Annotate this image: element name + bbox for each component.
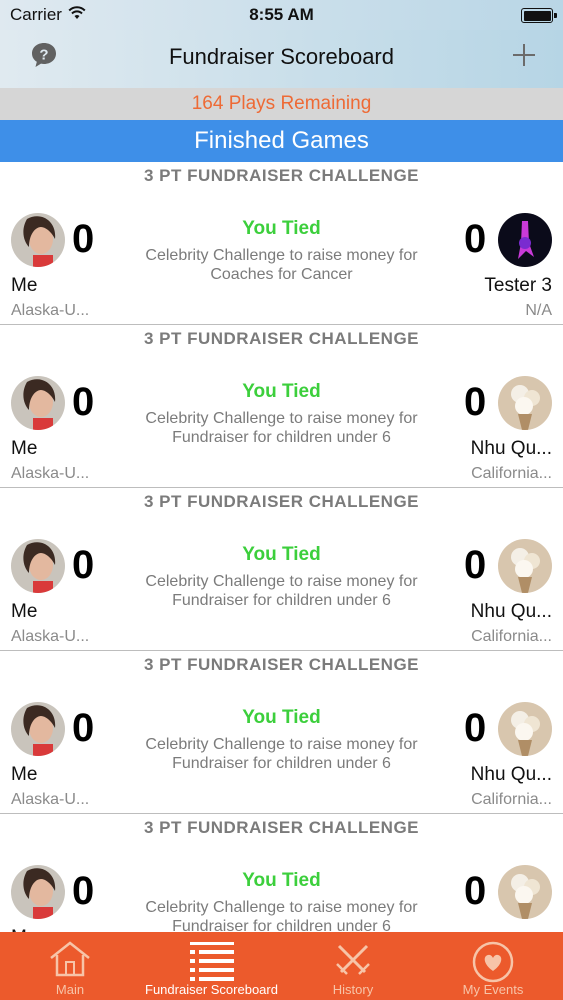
game-result: You Tied — [242, 218, 321, 239]
section-header: Finished Games — [0, 120, 563, 162]
opponent-location: California... — [471, 791, 552, 808]
my-score: 0 — [72, 706, 95, 750]
my-name: Me — [11, 601, 38, 622]
navigation-bar: ? Fundraiser Scoreboard — [0, 30, 563, 88]
opponent-location: California... — [471, 465, 552, 482]
plus-icon[interactable] — [511, 42, 537, 68]
tab-label: History — [332, 982, 374, 997]
page-title: Fundraiser Scoreboard — [168, 44, 394, 69]
status-bar: Carrier 8:55 AM — [0, 0, 563, 30]
my-avatar — [11, 865, 65, 919]
tab-history[interactable]: History — [283, 932, 423, 1000]
my-avatar — [11, 702, 65, 756]
game-title: 3 PT FUNDRAISER CHALLENGE — [143, 329, 420, 348]
game-description: Celebrity Challenge to raise money for F… — [145, 573, 418, 609]
opponent-name: Nhu Qu... — [470, 438, 552, 459]
game-description: Celebrity Challenge to raise money for F… — [145, 736, 418, 772]
plays-remaining-banner: 164 Plays Remaining — [0, 88, 563, 120]
my-avatar — [11, 213, 65, 267]
tab-my-events[interactable]: My Events — [423, 932, 563, 1000]
my-location: Alaska-U... — [11, 628, 90, 645]
list-icon — [190, 942, 234, 981]
game-title: 3 PT FUNDRAISER CHALLENGE — [143, 818, 420, 837]
battery-icon — [521, 8, 557, 23]
game-result: You Tied — [242, 870, 321, 891]
home-icon — [50, 941, 90, 977]
game-card[interactable]: 3 PT FUNDRAISER CHALLENGE 0 You Tied Cel… — [0, 162, 563, 325]
games-list[interactable]: 3 PT FUNDRAISER CHALLENGE 0 You Tied Cel… — [0, 162, 563, 932]
game-result: You Tied — [242, 381, 321, 402]
opponent-avatar — [498, 376, 552, 430]
game-title: 3 PT FUNDRAISER CHALLENGE — [143, 166, 420, 185]
my-score: 0 — [72, 869, 95, 913]
my-name: Me — [11, 764, 38, 785]
game-card[interactable]: 3 PT FUNDRAISER CHALLENGE 0 You Tied Cel… — [0, 651, 563, 814]
opponent-name: Nhu Qu... — [470, 601, 552, 622]
game-result: You Tied — [242, 544, 321, 565]
game-description: Celebrity Challenge to raise money for C… — [145, 247, 418, 283]
game-description: Celebrity Challenge to raise money for F… — [145, 410, 418, 446]
game-title: 3 PT FUNDRAISER CHALLENGE — [143, 655, 420, 674]
my-score: 0 — [72, 217, 95, 261]
my-location: Alaska-U... — [11, 302, 90, 319]
tab-bar: Main Fundraiser Scoreboard History My Ev… — [0, 932, 563, 1000]
tab-label: My Events — [462, 982, 524, 997]
tab-main[interactable]: Main — [0, 932, 140, 1000]
opponent-location: N/A — [525, 302, 552, 319]
opponent-score: 0 — [464, 217, 487, 261]
game-card[interactable]: 3 PT FUNDRAISER CHALLENGE 0 You Tied Cel… — [0, 325, 563, 488]
my-score: 0 — [72, 543, 95, 587]
my-name: Me — [11, 275, 38, 296]
opponent-name: Tester 3 — [484, 275, 552, 296]
my-location: Alaska-U... — [11, 465, 90, 482]
opponent-avatar — [498, 539, 552, 593]
my-score: 0 — [72, 380, 95, 424]
opponent-location: California... — [471, 628, 552, 645]
my-avatar — [11, 539, 65, 593]
my-name: Me — [11, 438, 38, 459]
opponent-avatar — [498, 865, 552, 919]
game-description: Celebrity Challenge to raise money for F… — [145, 899, 418, 932]
game-result: You Tied — [242, 707, 321, 728]
opponent-name: Nhu Qu... — [470, 764, 552, 785]
crossed-swords-icon — [336, 944, 370, 975]
clock: 8:55 AM — [249, 5, 314, 24]
game-card[interactable]: 3 PT FUNDRAISER CHALLENGE 0 You Tied Cel… — [0, 488, 563, 651]
opponent-score: 0 — [464, 869, 487, 913]
game-title: 3 PT FUNDRAISER CHALLENGE — [143, 492, 420, 511]
tab-fundraiser-scoreboard[interactable]: Fundraiser Scoreboard — [140, 932, 283, 1000]
tab-label: Main — [55, 982, 85, 997]
heart-icon — [472, 941, 514, 983]
tab-label: Fundraiser Scoreboard — [145, 982, 278, 997]
opponent-score: 0 — [464, 543, 487, 587]
opponent-score: 0 — [464, 706, 487, 750]
game-card[interactable]: 3 PT FUNDRAISER CHALLENGE 0 You Tied Cel… — [0, 814, 563, 932]
my-avatar — [11, 376, 65, 430]
opponent-avatar — [498, 213, 552, 267]
opponent-score: 0 — [464, 380, 487, 424]
my-location: Alaska-U... — [11, 791, 90, 808]
opponent-avatar — [498, 702, 552, 756]
